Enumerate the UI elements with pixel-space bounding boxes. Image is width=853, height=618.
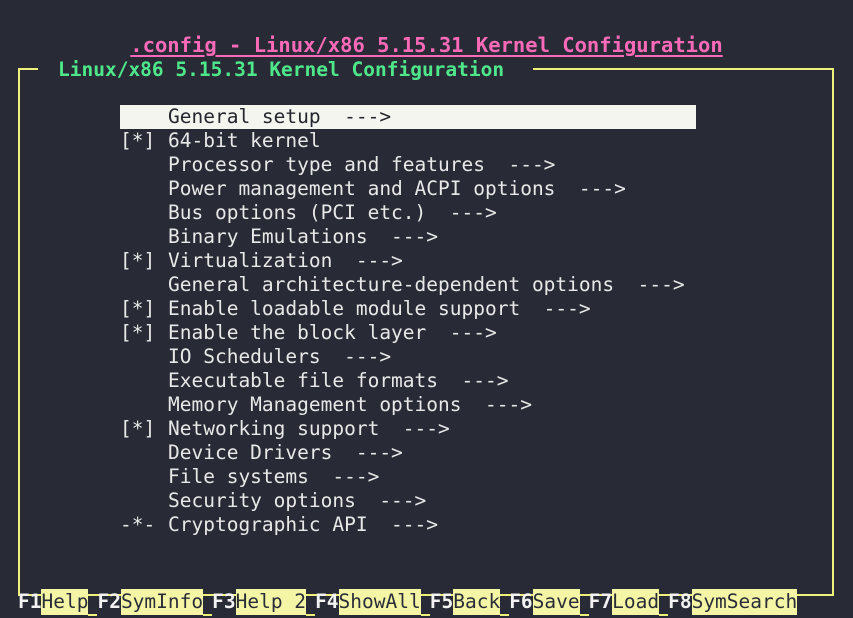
menu-item-flag [120,489,168,513]
menu-item[interactable]: Executable file formats ---> [0,369,853,393]
menu-item[interactable]: -*- Cryptographic API ---> [0,513,853,537]
fkey-bar-lead-rule [0,601,18,603]
menu-item[interactable]: File systems ---> [0,465,853,489]
fkey-description[interactable]: Back [453,589,501,615]
menu-item-label: Power management and ACPI options ---> [168,177,626,200]
fkey-name: F5 [429,590,454,613]
fkey-name: F2 [97,590,121,613]
menu-item-label: Binary Emulations ---> [168,225,439,248]
menu-list: General setup ---> [*] 64-bit kernel Proce… [0,105,853,537]
fkey-f3[interactable]: F3 Help 2 [212,589,307,615]
menu-item-flag [120,225,168,249]
menu-item[interactable]: Device Drivers ---> [0,441,853,465]
menu-item-flag [120,465,168,489]
menu-item-flag: [*] [120,297,156,320]
window-title: .config - Linux/x86 5.15.31 Kernel Confi… [130,33,723,57]
menuconfig-screen: .config - Linux/x86 5.15.31 Kernel Confi… [0,0,853,618]
menu-item-label: General setup ---> [168,105,392,128]
menu-item[interactable]: General architecture-dependent options -… [0,273,853,297]
menu-item[interactable]: Bus options (PCI etc.) ---> [0,201,853,225]
fkey-description[interactable]: Help 2 [235,589,307,615]
frame-legend: Linux/x86 5.15.31 Kernel Configuration [58,58,505,81]
menu-item-flag: [*] [120,249,156,272]
menu-item-flag [120,369,168,393]
fkey-description[interactable]: Help [41,589,89,615]
fkey-name: F4 [315,590,339,613]
menu-item-flag: [*] [120,321,156,344]
function-key-bar: F1 Help F2 SymInfo F3 Help 2 F4 ShowAll F5 Back F6… [0,586,853,618]
menu-item[interactable]: Processor type and features ---> [0,153,853,177]
menu-item[interactable]: Security options ---> [0,489,853,513]
fkey-f5[interactable]: F5 Back [429,589,501,615]
menu-item[interactable]: Memory Management options ---> [0,393,853,417]
fkey-f8[interactable]: F8 SymSearch [668,589,798,615]
fkey-f1[interactable]: F1 Help [18,589,89,615]
menu-item[interactable]: [*] Virtualization ---> [0,249,853,273]
fkey-name: F6 [509,590,533,613]
fkey-f7[interactable]: F7 Load [588,589,660,615]
fkey-name: F7 [588,590,613,613]
menu-item-flag [120,273,168,297]
fkey-f2[interactable]: F2 SymInfo [97,589,204,615]
menu-item-label: Bus options (PCI etc.) ---> [168,201,497,224]
menu-item-label: Enable the block layer ---> [168,321,497,344]
menu-item-label: Memory Management options ---> [168,393,532,416]
fkey-name: F8 [668,590,692,613]
fkey-f6[interactable]: F6 Save [509,589,580,615]
menu-item[interactable]: IO Schedulers ---> [0,345,853,369]
fkey-description[interactable]: SymSearch [691,589,798,615]
menu-item[interactable]: [*] 64-bit kernel [0,129,853,153]
menu-item[interactable]: Power management and ACPI options ---> [0,177,853,201]
menu-item[interactable]: General setup ---> [120,105,696,129]
menu-item-label: General architecture-dependent options -… [168,273,685,296]
menu-item-flag [120,441,168,465]
menu-item-flag [120,105,168,129]
menu-item[interactable]: [*] Networking support ---> [0,417,853,441]
menu-item-label: Processor type and features ---> [168,153,556,176]
menu-item-flag [120,201,168,225]
menu-item-label: IO Schedulers ---> [168,345,392,368]
menu-item-label: Virtualization ---> [168,249,403,272]
menu-item-label: Device Drivers ---> [168,441,403,464]
menu-item-flag: -*- [120,513,156,536]
menu-item-label: Cryptographic API ---> [168,513,439,536]
menu-item[interactable]: [*] Enable the block layer ---> [0,321,853,345]
menu-item-flag [120,393,168,417]
fkey-description[interactable]: Load [612,589,660,615]
menu-item-label: 64-bit kernel [168,129,321,152]
fkey-description[interactable]: SymInfo [120,589,204,615]
fkey-description[interactable]: Save [532,589,580,615]
menu-item-label: Networking support ---> [168,417,450,440]
menu-item-label: Enable loadable module support ---> [168,297,591,320]
fkey-name: F1 [18,590,42,613]
menu-item-flag: [*] [120,417,156,440]
menu-item-flag: [*] [120,129,156,152]
menu-item[interactable]: [*] Enable loadable module support ---> [0,297,853,321]
menu-item[interactable]: Binary Emulations ---> [0,225,853,249]
menu-item-flag [120,153,168,177]
fkey-name: F3 [212,590,236,613]
menu-item-label: Executable file formats ---> [168,369,509,392]
menu-item-flag [120,345,168,369]
menu-item-flag [120,177,168,201]
menu-item-label: File systems ---> [168,465,380,488]
menu-item-label: Security options ---> [168,489,427,512]
fkey-description[interactable]: ShowAll [338,589,421,615]
fkey-f4[interactable]: F4 ShowAll [315,589,421,615]
